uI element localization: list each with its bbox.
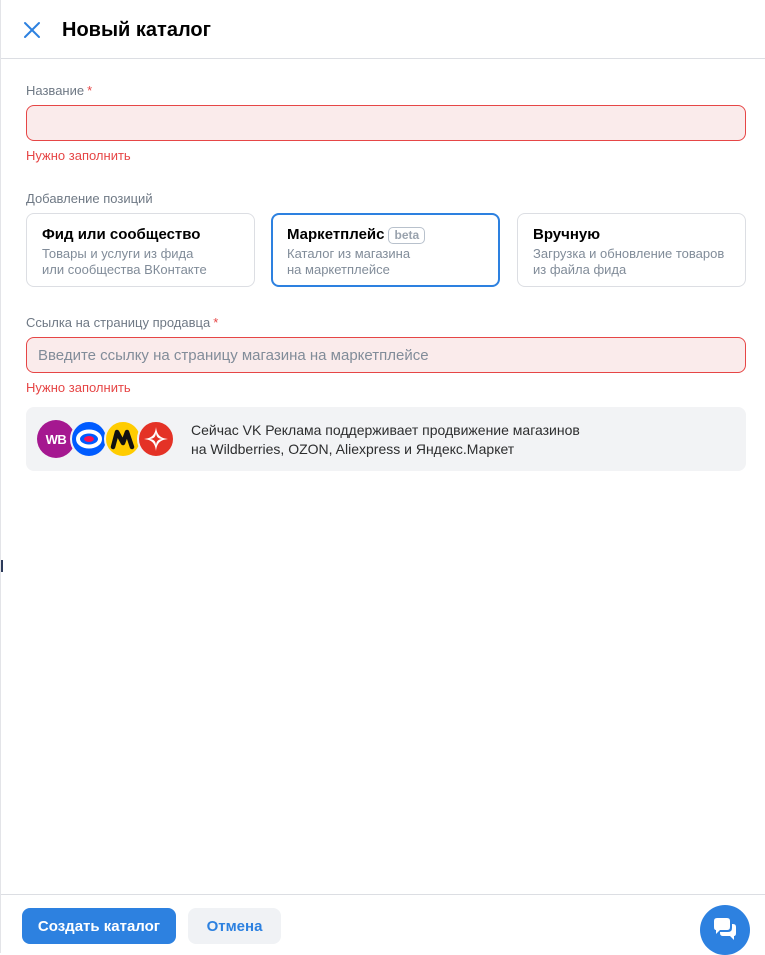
required-mark: * [213, 315, 219, 330]
option-desc-line2: из файла фида [533, 262, 627, 277]
create-catalog-button[interactable]: Создать каталог [22, 908, 176, 944]
chat-button[interactable] [700, 905, 750, 955]
marketplace-info: WB Сейчас VK Реклама поддерживает продви… [26, 407, 746, 471]
option-title: Маркетплейс [287, 226, 385, 243]
edge-marker [1, 560, 3, 572]
seller-link-input[interactable] [26, 337, 746, 373]
seller-link-error: Нужно заполнить [26, 380, 131, 395]
close-button[interactable] [20, 18, 44, 42]
option-desc-line2: на маркетплейсе [287, 262, 390, 277]
seller-label-text: Ссылка на страницу продавца [26, 315, 211, 330]
seller-field-label: Ссылка на страницу продавца * [26, 315, 218, 331]
ozon-mark [76, 429, 102, 449]
new-catalog-panel: Новый каталог Название * Нужно заполнить … [0, 0, 765, 955]
name-error: Нужно заполнить [26, 148, 131, 163]
option-manual[interactable]: Вручную Загрузка и обновление товаров из… [517, 213, 746, 287]
option-title: Фид или сообщество [42, 226, 201, 243]
close-icon [24, 22, 40, 38]
ozon-logo [70, 420, 108, 458]
name-label-text: Название [26, 83, 85, 98]
option-desc-line1: Загрузка и обновление товаров [533, 246, 725, 261]
name-field-label: Название * [26, 83, 92, 99]
required-mark: * [87, 83, 93, 98]
marketplace-logos: WB [37, 420, 177, 458]
option-title: Вручную [533, 226, 601, 243]
option-desc-line1: Товары и услуги из фида [42, 246, 194, 261]
wildberries-logo-text: WB [45, 431, 67, 447]
panel-header: Новый каталог [1, 0, 765, 59]
aliexpress-logo [137, 420, 175, 458]
beta-badge: beta [388, 226, 426, 244]
cancel-button[interactable]: Отмена [188, 908, 281, 944]
info-text: Сейчас VK Реклама поддерживает продвижен… [191, 421, 580, 459]
page-title: Новый каталог [62, 19, 211, 41]
panel-footer: Создать каталог Отмена [1, 894, 765, 953]
option-desc-line2: или сообщества ВКонтакте [42, 262, 207, 277]
option-feed-or-community[interactable]: Фид или сообщество Товары и услуги из фи… [26, 213, 255, 287]
option-marketplace[interactable]: Маркетплейс beta Каталог из магазина на … [271, 213, 500, 287]
chat-icon [714, 918, 736, 940]
aliexpress-star [144, 427, 168, 451]
positions-label: Добавление позиций [26, 191, 153, 206]
option-desc-line1: Каталог из магазина [287, 246, 411, 261]
info-line-1: Сейчас VK Реклама поддерживает продвижен… [191, 422, 580, 438]
info-line-2: на Wildberries, OZON, Aliexpress и Яндек… [191, 441, 515, 457]
yandex-market-mark [110, 429, 135, 450]
name-input[interactable] [26, 105, 746, 141]
option-title-row: Маркетплейс beta [287, 225, 484, 245]
